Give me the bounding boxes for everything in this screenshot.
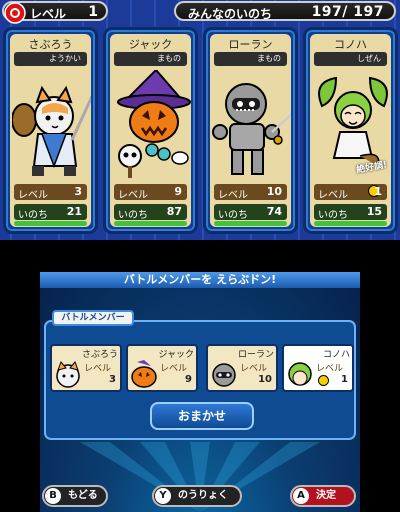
card-hp: いのち 87 [114, 204, 187, 221]
card-level: レベル 3 [14, 184, 87, 201]
card-hp: いのち 74 [214, 204, 287, 221]
hp-bar [14, 221, 87, 226]
card-hp: いのち 21 [14, 204, 87, 221]
member-level-value: 9 [185, 374, 192, 385]
hp-value: 87 [166, 205, 182, 218]
cat-samurai-icon [12, 85, 91, 176]
card-name: ローラン [228, 38, 273, 51]
back-label: もどる [68, 490, 98, 501]
party-hp-label: みんなのいのち [188, 7, 273, 21]
level-value: 9 [174, 185, 182, 198]
card-tribe: しぜん [314, 52, 387, 66]
card-name: ジャック [128, 38, 173, 51]
smiley-icon [318, 375, 329, 386]
member-slot[interactable]: さぶろう レベル 3 [50, 344, 122, 392]
instruction-banner: バトルメンバーを えらぶドン! [40, 272, 360, 288]
member-level-value: 3 [109, 374, 116, 385]
level-value: 10 [266, 185, 282, 198]
pumpkin-witch-icon [117, 70, 191, 178]
b-key-icon: B [45, 488, 61, 504]
member-name: ジャック [158, 350, 194, 360]
hp-bar-fill [14, 221, 87, 226]
member-slot[interactable]: ローラン レベル 10 [206, 344, 278, 392]
bottom-screen: バトルメンバーを えらぶドン! バトルメンバー さぶろう レベル 3 ジャック … [40, 272, 360, 512]
member-level-value: 1 [341, 374, 348, 385]
cat-samurai-icon [56, 361, 80, 388]
hp-label: いのち [18, 210, 48, 221]
party-cards: さぶろう ようかい レベル 3 いのち 21 ジャック まもの レベル 9 いの… [0, 27, 400, 237]
card-name: コノハ [334, 38, 367, 51]
confirm-label: 決定 [316, 490, 336, 501]
hp-bar-fill [314, 221, 387, 226]
member-level-value: 10 [258, 374, 272, 385]
auto-select-button[interactable]: おまかせ [150, 402, 254, 430]
level-value: 1 [374, 185, 382, 198]
member-name: ローラン [237, 350, 274, 360]
back-button[interactable]: B もどる [42, 485, 108, 507]
member-level-label: レベル [84, 364, 112, 374]
hp-bar [114, 221, 187, 226]
card-level: レベル 9 [114, 184, 187, 201]
card-level: レベル 1 [314, 184, 387, 201]
card-body: ローラン まもの レベル 10 いのち 74 [210, 34, 291, 227]
card-hp: いのち 15 [314, 204, 387, 221]
hp-value: 15 [366, 205, 382, 218]
hp-bar-fill [114, 221, 187, 226]
level-value: 3 [74, 185, 82, 198]
card-tribe: ようかい [14, 52, 87, 66]
hp-label: いのち [218, 210, 248, 221]
card-tribe: まもの [114, 52, 187, 66]
member-level-label: レベル [160, 364, 188, 374]
card-body: ジャック まもの レベル 9 いのち 87 [110, 34, 191, 227]
hp-label: いのち [118, 210, 148, 221]
y-key-icon: Y [155, 488, 171, 504]
card-body: さぶろう ようかい レベル 3 いのち 21 [10, 34, 91, 227]
top-screen: レベル 1 みんなのいのち 197/ 197 さぶろう ようかい レベル 3 い… [0, 0, 400, 240]
member-level-label: レベル [240, 364, 268, 374]
level-value: 1 [88, 4, 98, 20]
card-tribe: まもの [214, 52, 287, 66]
a-key-icon: A [293, 488, 309, 504]
party-card[interactable]: ローラン まもの レベル 10 いのち 74 [203, 27, 298, 234]
player-level-hud: レベル 1 [2, 1, 108, 24]
hp-label: いのち [318, 210, 348, 221]
member-name: コノハ [322, 350, 350, 360]
hp-value: 21 [66, 205, 82, 218]
pumpkin-witch-icon [131, 360, 157, 388]
ability-label: のうりょく [178, 490, 228, 501]
hp-value: 74 [266, 205, 282, 218]
ability-button[interactable]: Y のうりょく [152, 485, 242, 507]
knight-armor-icon [212, 363, 236, 387]
member-slot-selected[interactable]: コノハ レベル 1 [282, 344, 354, 392]
taiko-drum-icon [4, 2, 26, 24]
hp-bar [214, 221, 287, 226]
hp-bar [314, 221, 387, 226]
member-name: さぶろう [81, 350, 118, 360]
panel-title: バトルメンバー [52, 310, 134, 326]
battle-member-panel: バトルメンバー さぶろう レベル 3 ジャック レベル 9 ローラン レベル 1… [44, 310, 356, 440]
level-label: レベル [218, 190, 248, 201]
party-hp-value: 197/ 197 [311, 4, 384, 20]
party-card[interactable]: ジャック まもの レベル 9 いのち 87 [103, 27, 198, 234]
member-level-label: レベル [316, 364, 344, 374]
member-slot[interactable]: ジャック レベル 9 [126, 344, 198, 392]
knight-armor-icon [212, 83, 291, 175]
level-label: レベル [30, 7, 67, 21]
level-label: レベル [18, 190, 48, 201]
party-hp-hud: みんなのいのち 197/ 197 [174, 1, 396, 21]
level-label: レベル [318, 190, 348, 201]
card-body: コノハ しぜん 絶好調! レベル 1 いのち 15 [310, 34, 391, 227]
confirm-button[interactable]: A 決定 [290, 485, 356, 507]
card-level: レベル 10 [214, 184, 287, 201]
leaf-sprite-icon [288, 362, 312, 386]
card-name: さぶろう [28, 38, 73, 51]
hp-bar-fill [214, 221, 287, 226]
level-label: レベル [118, 190, 148, 201]
party-card[interactable]: コノハ しぜん 絶好調! レベル 1 いのち 15 [303, 27, 398, 234]
party-card[interactable]: さぶろう ようかい レベル 3 いのち 21 [3, 27, 98, 234]
